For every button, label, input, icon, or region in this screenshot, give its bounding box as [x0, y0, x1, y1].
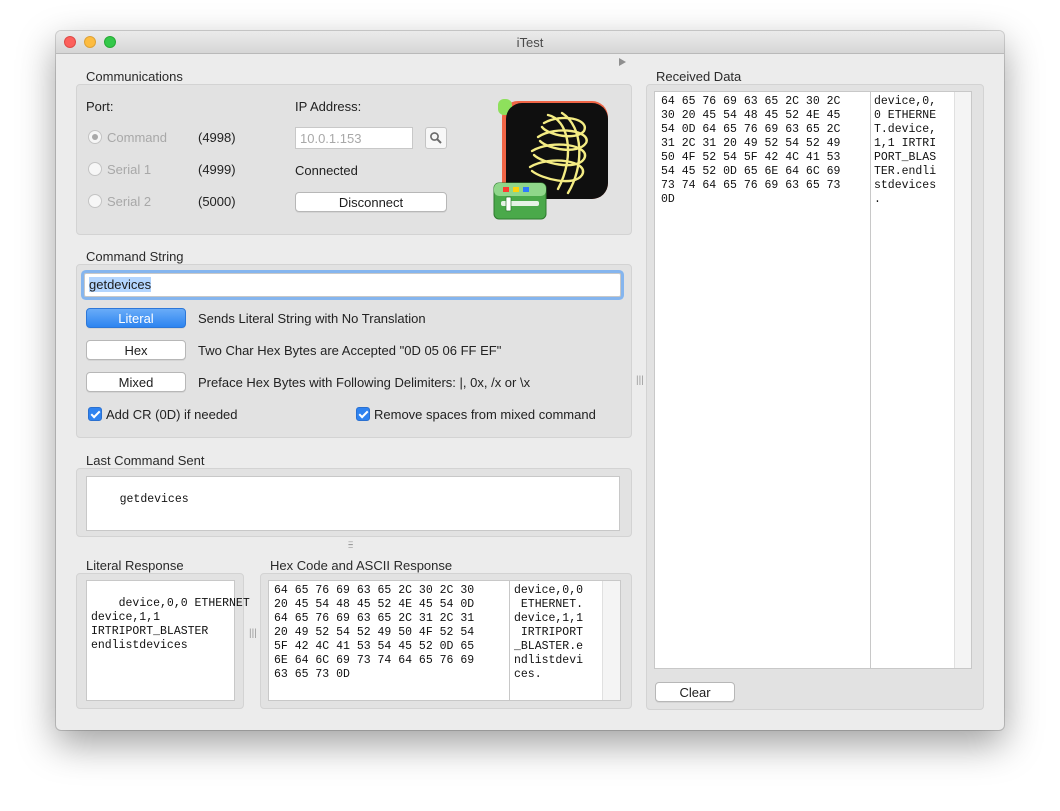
last-command-value: getdevices — [119, 493, 189, 506]
literal-response-title: Literal Response — [86, 558, 184, 573]
port-label: Port: — [86, 99, 114, 114]
radio-serial-1-port[interactable] — [88, 162, 102, 176]
add-cr-checkbox[interactable] — [88, 407, 102, 421]
hex-response-ascii[interactable]: device,0,0 ETHERNET. device,1,1 IRTRIPOR… — [514, 584, 583, 682]
radio-serial-2-label: Serial 2 — [107, 194, 152, 209]
received-data-hex[interactable]: 64 65 76 69 63 65 2C 30 2C 30 20 45 54 4… — [661, 95, 840, 207]
serial-1-port-number: (4999) — [198, 162, 236, 177]
app-window: iTest Communications Port: Command (4998… — [56, 31, 1004, 730]
title-bar: iTest — [56, 31, 1004, 54]
connection-status: Connected — [295, 163, 358, 178]
hex-ascii-divider — [509, 580, 510, 701]
ip-address-value: 10.0.1.153 — [300, 131, 362, 146]
literal-response-text: device,0,0 ETHERNET device,1,1 IRTRIPORT… — [91, 597, 250, 652]
radio-command-label: Command — [107, 130, 167, 145]
last-command-textview[interactable]: getdevices — [86, 476, 620, 531]
disclosure-triangle-icon[interactable] — [619, 58, 626, 66]
literal-response-textview[interactable]: device,0,0 ETHERNET device,1,1 IRTRIPORT… — [86, 580, 250, 701]
command-string-value: getdevices — [89, 277, 152, 292]
literal-mode-description: Sends Literal String with No Translation — [198, 311, 426, 326]
remove-spaces-label: Remove spaces from mixed command — [374, 407, 596, 422]
response-splitter-handle[interactable]: ||| — [249, 628, 257, 639]
add-cr-label: Add CR (0D) if needed — [106, 407, 238, 422]
literal-mode-button[interactable]: Literal — [86, 308, 186, 328]
clear-button[interactable]: Clear — [655, 682, 735, 702]
remove-spaces-checkbox[interactable] — [356, 407, 370, 421]
ip-address-field[interactable]: 10.0.1.153 — [295, 127, 413, 149]
received-data-scrollbar[interactable] — [954, 92, 971, 668]
radio-serial-1-label: Serial 1 — [107, 162, 152, 177]
hex-mode-description: Two Char Hex Bytes are Accepted "0D 05 0… — [198, 343, 502, 358]
command-port-number: (4998) — [198, 130, 236, 145]
vertical-splitter-handle[interactable]: ||| — [636, 375, 644, 386]
ip-address-label: IP Address: — [295, 99, 362, 114]
hex-response-scrollbar[interactable] — [602, 581, 620, 700]
itest-app-icon — [493, 99, 608, 220]
command-string-title: Command String — [86, 249, 184, 264]
mixed-mode-button[interactable]: Mixed — [86, 372, 186, 392]
radio-command-port[interactable] — [88, 130, 102, 144]
hex-mode-button[interactable]: Hex — [86, 340, 186, 360]
received-ascii-divider — [870, 91, 871, 669]
mixed-mode-description: Preface Hex Bytes with Following Delimit… — [198, 375, 531, 390]
serial-2-port-number: (5000) — [198, 194, 236, 209]
communications-title: Communications — [86, 69, 183, 84]
hex-response-hex[interactable]: 64 65 76 69 63 65 2C 30 2C 30 20 45 54 4… — [274, 584, 474, 682]
command-string-input[interactable]: getdevices — [84, 273, 621, 297]
window-title: iTest — [516, 35, 544, 50]
horizontal-splitter-handle[interactable]: = = — [348, 539, 353, 551]
ip-search-button[interactable] — [425, 127, 447, 149]
radio-serial-2-port[interactable] — [88, 194, 102, 208]
received-data-title: Received Data — [656, 69, 742, 84]
hex-response-title: Hex Code and ASCII Response — [270, 558, 453, 573]
disconnect-button[interactable]: Disconnect — [295, 192, 447, 212]
last-command-title: Last Command Sent — [86, 453, 205, 468]
received-data-ascii[interactable]: device,0, 0 ETHERNE T.device, 1,1 IRTRI … — [874, 95, 936, 207]
magnifier-icon — [430, 132, 442, 144]
